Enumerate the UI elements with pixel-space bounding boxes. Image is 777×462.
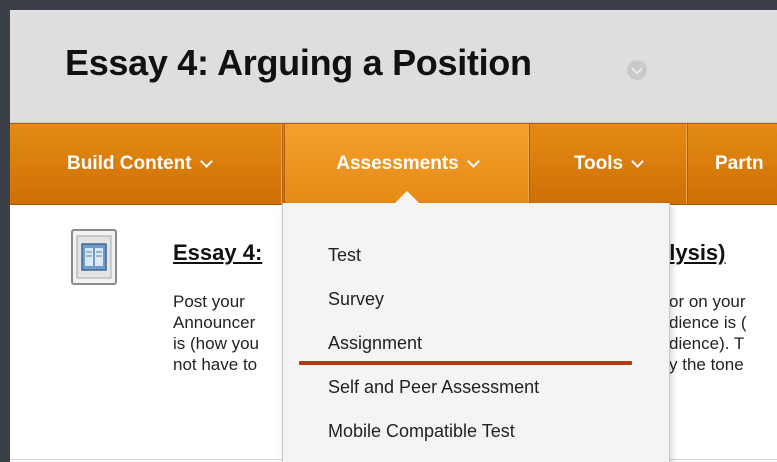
assessments-label: Assessments bbox=[336, 153, 459, 174]
partner-label: Partn bbox=[715, 153, 764, 174]
chevron-down-icon bbox=[631, 155, 644, 168]
tools-menu-button[interactable]: Tools bbox=[529, 124, 688, 204]
chevron-down-icon bbox=[466, 155, 480, 168]
build-content-label: Build Content bbox=[67, 153, 192, 174]
assignment-highlight-underline bbox=[299, 361, 632, 365]
description-line: not have to bbox=[173, 355, 258, 374]
description-line: Post your bbox=[173, 292, 245, 311]
partner-content-menu-button[interactable]: Partn bbox=[688, 124, 777, 204]
description-line: y the tone bbox=[669, 355, 744, 374]
menu-item-self-and-peer-assessment[interactable]: Self and Peer Assessment bbox=[328, 377, 539, 398]
title-bar: Essay 4: Arguing a Position bbox=[10, 10, 777, 123]
tools-label: Tools bbox=[573, 153, 624, 174]
description-line: dience is ( bbox=[669, 313, 747, 332]
assessments-dropdown-menu: Test Survey Assignment Self and Peer Ass… bbox=[282, 203, 670, 462]
description-line: Announcer bbox=[173, 313, 256, 332]
page-title: Essay 4: Arguing a Position bbox=[65, 42, 532, 83]
menu-item-assignment[interactable]: Assignment bbox=[328, 333, 422, 354]
document-folder-icon[interactable] bbox=[70, 228, 120, 288]
description-line: or on your bbox=[669, 292, 746, 311]
dropdown-pointer bbox=[394, 191, 420, 204]
description-line: is (how you bbox=[173, 334, 259, 353]
title-options-chevron-icon[interactable] bbox=[627, 60, 647, 80]
menu-item-mobile-compatible-test[interactable]: Mobile Compatible Test bbox=[328, 421, 515, 442]
build-content-menu-button[interactable]: Build Content bbox=[10, 124, 283, 204]
chevron-down-icon bbox=[199, 155, 213, 168]
menu-item-survey[interactable]: Survey bbox=[328, 289, 384, 310]
course-page: Essay 4: Arguing a Position Build Conten… bbox=[10, 10, 777, 462]
description-line: dience). T bbox=[669, 334, 745, 353]
content-item-title[interactable]: Essay 4: bbox=[173, 240, 262, 266]
menu-item-test[interactable]: Test bbox=[328, 245, 361, 266]
